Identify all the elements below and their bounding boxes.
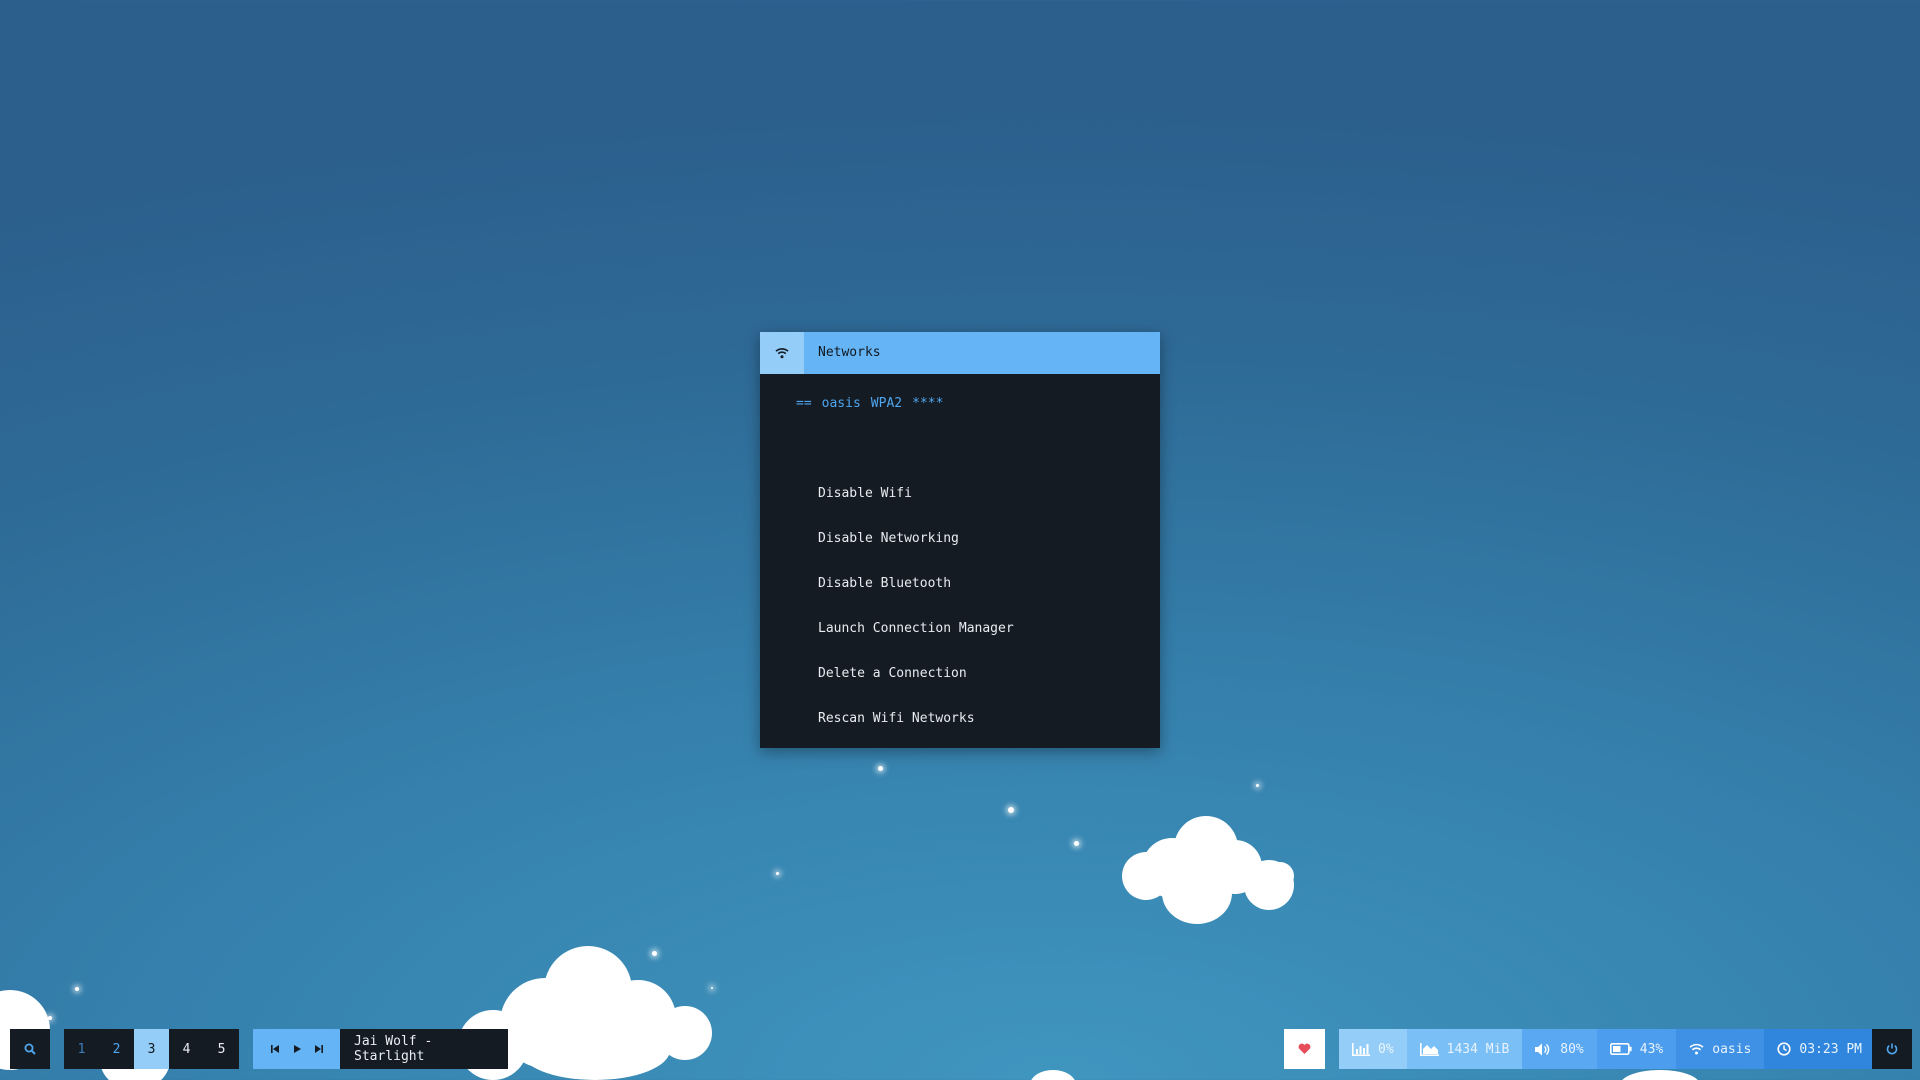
wallpaper-star (1074, 841, 1079, 846)
active-network-security: WPA2 (870, 396, 903, 411)
battery-value: 43% (1639, 1041, 1664, 1057)
now-playing[interactable]: Jai Wolf - Starlight (340, 1029, 508, 1069)
wallpaper-star (1256, 784, 1259, 787)
wallpaper-star (1008, 807, 1014, 813)
workspace-1[interactable]: 1 (64, 1029, 99, 1069)
battery-module[interactable]: 43% (1596, 1029, 1677, 1069)
workspace-3[interactable]: 3 (134, 1029, 169, 1069)
menu-item-rescan-wifi[interactable]: Rescan Wifi Networks (818, 711, 975, 726)
search-button[interactable] (10, 1029, 50, 1069)
volume-module[interactable]: 80% (1522, 1029, 1597, 1069)
wifi-icon (760, 332, 804, 374)
menu-item-launch-connection-manager[interactable]: Launch Connection Manager (818, 621, 1014, 636)
network-menu-header: Networks (760, 332, 1160, 374)
previous-track-icon[interactable] (270, 1044, 280, 1054)
wallpaper-star (711, 987, 713, 989)
power-icon (1886, 1043, 1898, 1055)
active-network-signal: **** (912, 396, 944, 411)
wallpaper-cloud (520, 1020, 670, 1080)
clock-icon (1777, 1042, 1791, 1056)
wifi-module[interactable]: oasis (1676, 1029, 1765, 1069)
volume-value: 80% (1560, 1041, 1584, 1057)
active-network-marker: == (796, 396, 812, 411)
active-network-entry[interactable]: == oasis WPA2 **** (796, 396, 953, 411)
menu-item-delete-connection[interactable]: Delete a Connection (818, 666, 967, 681)
volume-icon (1535, 1043, 1552, 1056)
wallpaper-star (48, 1016, 52, 1020)
wifi-ssid: oasis (1712, 1041, 1752, 1057)
wallpaper-cloud (1162, 862, 1232, 924)
status-modules: 0% 1434 MiB 80% 43% oasis 03:23 PM (1339, 1029, 1876, 1069)
bar-chart-icon (1352, 1042, 1370, 1056)
cpu-value: 0% (1378, 1041, 1394, 1057)
battery-icon (1609, 1043, 1632, 1055)
next-track-icon[interactable] (314, 1044, 324, 1054)
wifi-icon (1689, 1043, 1704, 1055)
wallpaper-star (878, 766, 883, 771)
wallpaper-cloud (1266, 862, 1294, 890)
workspace-switcher: 1 2 3 4 5 (64, 1029, 239, 1069)
search-icon (24, 1043, 36, 1055)
cpu-module[interactable]: 0% (1339, 1029, 1407, 1069)
memory-value: 1434 MiB (1446, 1041, 1510, 1057)
active-network-ssid: oasis (821, 396, 861, 411)
clock-module[interactable]: 03:23 PM (1764, 1029, 1876, 1069)
wallpaper-star (776, 872, 779, 875)
heart-icon (1298, 1043, 1311, 1055)
menu-item-disable-wifi[interactable]: Disable Wifi (818, 486, 912, 501)
menu-item-disable-bluetooth[interactable]: Disable Bluetooth (818, 576, 951, 591)
wallpaper-star (652, 951, 657, 956)
play-icon[interactable] (292, 1044, 302, 1054)
area-chart-icon (1419, 1042, 1439, 1056)
menu-item-disable-networking[interactable]: Disable Networking (818, 531, 959, 546)
network-menu-title: Networks (818, 345, 881, 360)
media-controls (253, 1029, 340, 1069)
clock-time: 03:23 PM (1799, 1041, 1863, 1057)
workspace-2[interactable]: 2 (99, 1029, 134, 1069)
memory-module[interactable]: 1434 MiB (1406, 1029, 1523, 1069)
favorite-button[interactable] (1284, 1029, 1325, 1069)
wallpaper-star (75, 987, 79, 991)
workspace-5[interactable]: 5 (204, 1029, 239, 1069)
network-menu: Networks == oasis WPA2 **** Disable Wifi Di… (760, 332, 1160, 748)
power-button[interactable] (1872, 1029, 1912, 1069)
workspace-4[interactable]: 4 (169, 1029, 204, 1069)
wallpaper-cloud (1030, 1070, 1076, 1080)
now-playing-title: Jai Wolf - Starlight (354, 1034, 433, 1064)
wallpaper-cloud (1620, 1070, 1700, 1080)
